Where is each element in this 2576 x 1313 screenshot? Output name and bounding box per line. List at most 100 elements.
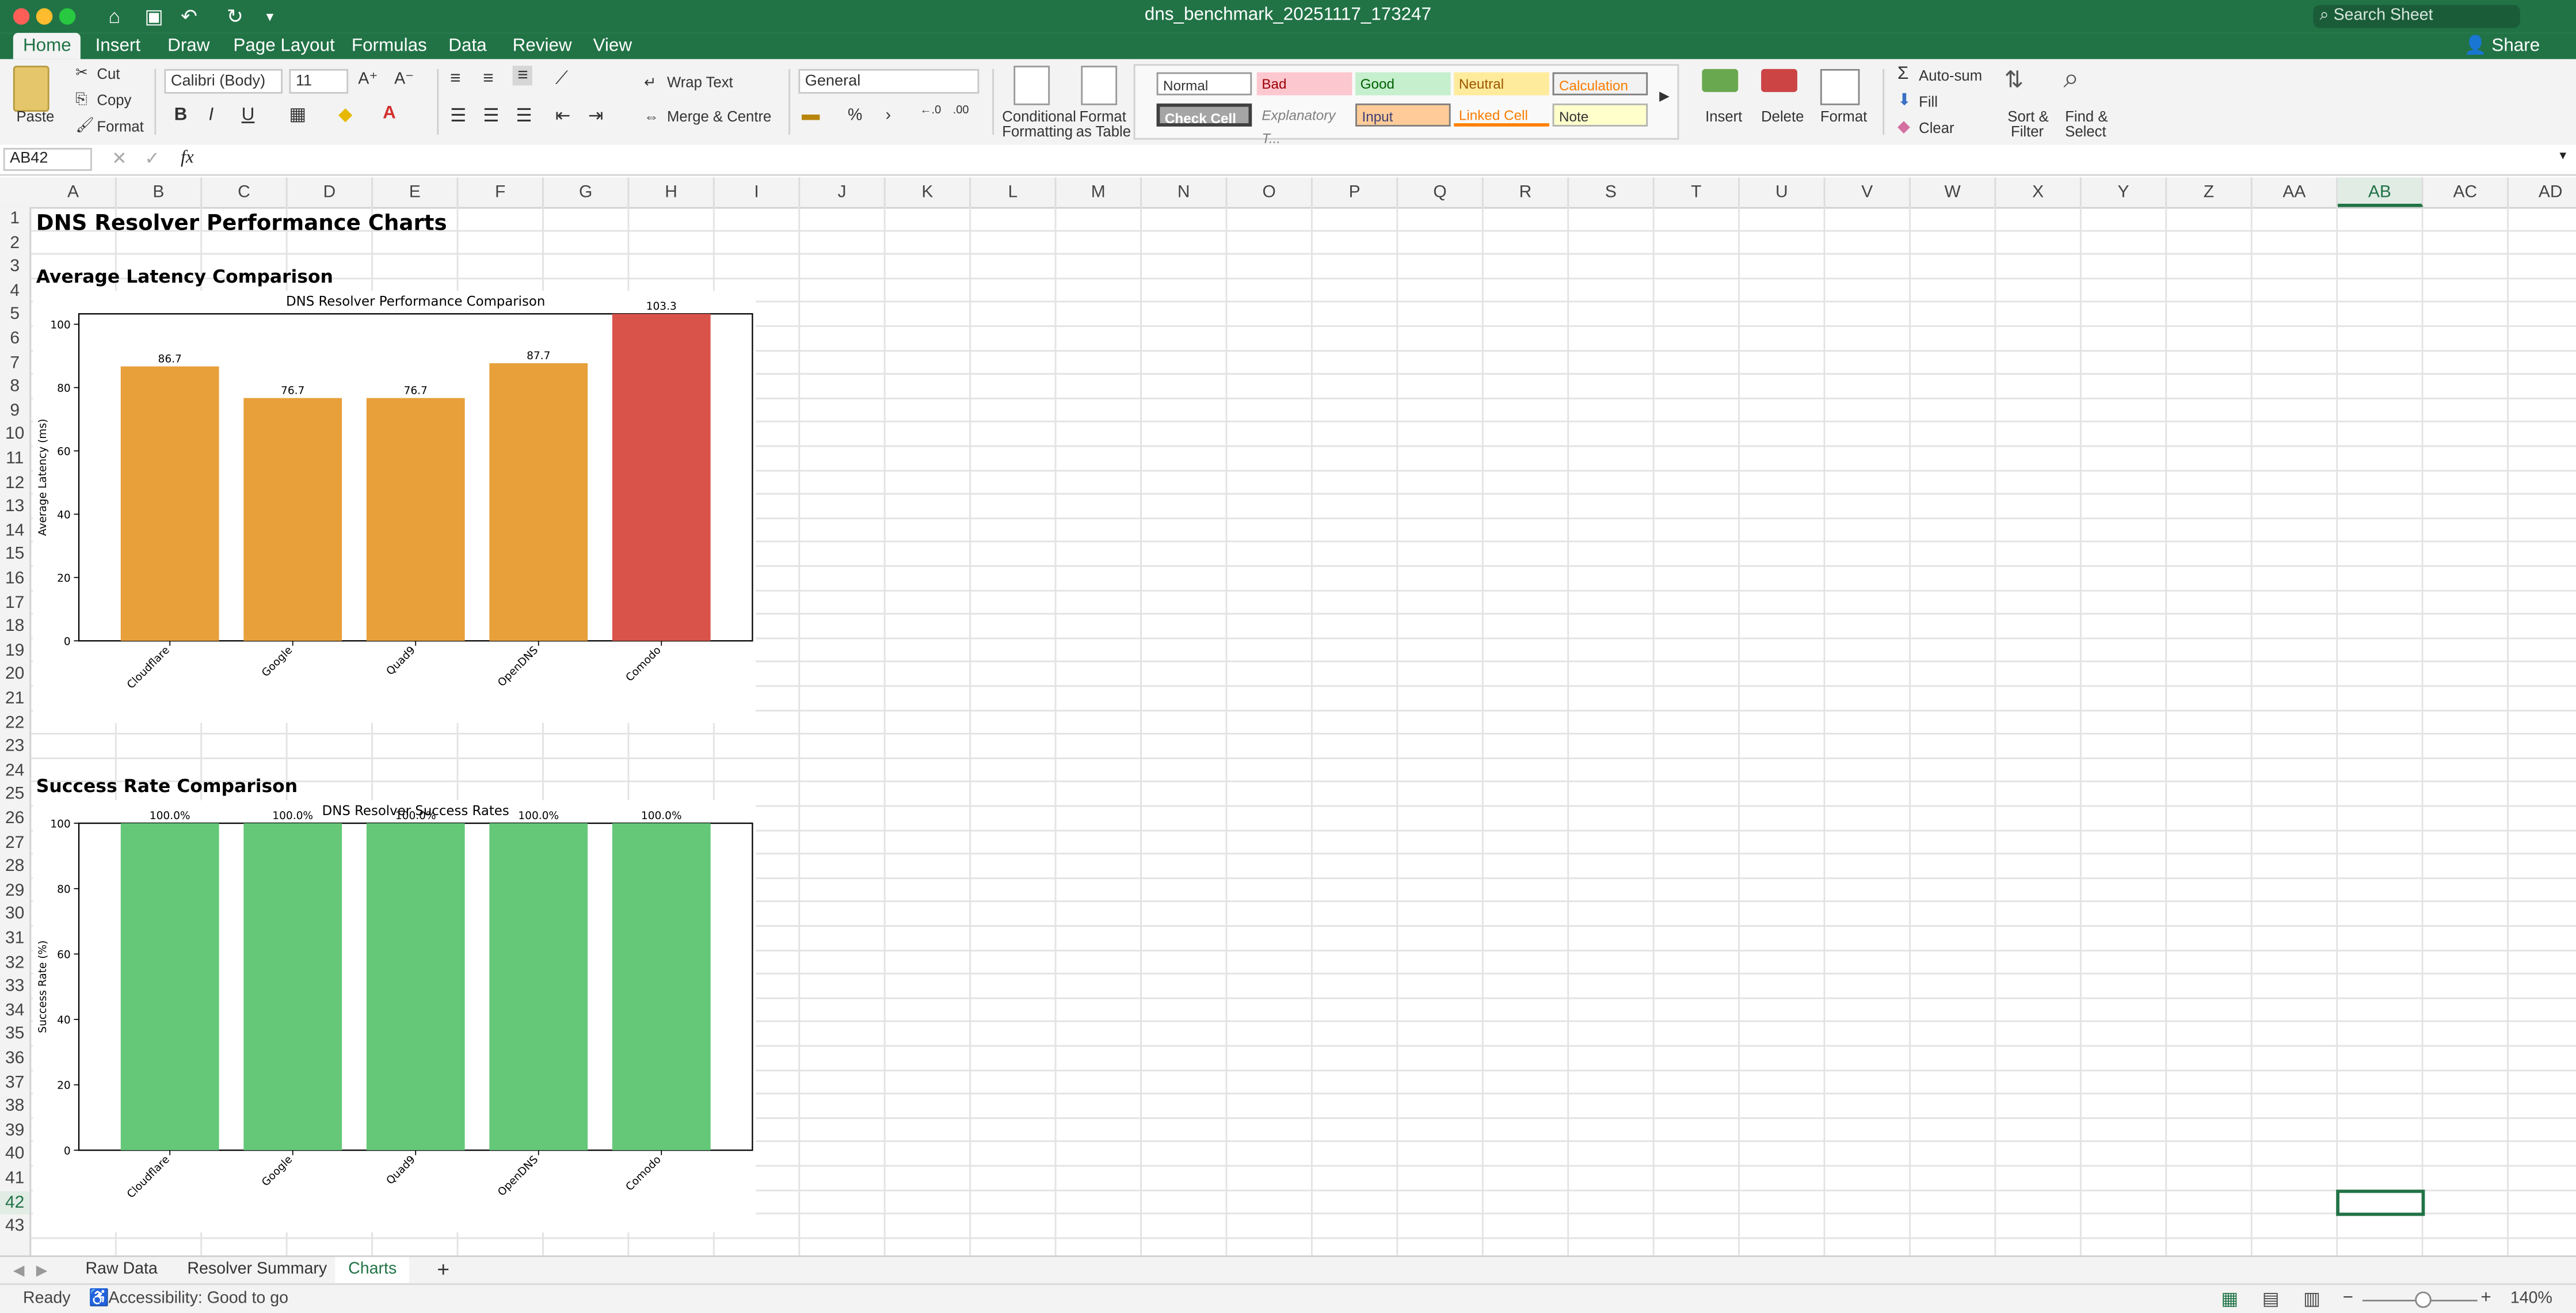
selected-cell[interactable] [2336, 1189, 2425, 1216]
row-header-24[interactable]: 24 [0, 759, 29, 783]
row-header-26[interactable]: 26 [0, 807, 29, 831]
percent-button[interactable]: % [848, 107, 862, 125]
zoom-out-icon[interactable]: − [2343, 1288, 2353, 1308]
cell-grid[interactable]: DNS Resolver Performance Charts Average … [31, 207, 2576, 1255]
latency-chart[interactable]: DNS Resolver Performance Comparison Avera… [33, 291, 756, 724]
sort-filter-label-1[interactable]: Sort & [2007, 108, 2048, 125]
style-calculation[interactable]: Calculation [1552, 72, 1648, 96]
cancel-formula-icon[interactable]: ✕ [112, 148, 127, 169]
column-header-s[interactable]: S [1569, 177, 1655, 207]
column-header-z[interactable]: Z [2167, 177, 2253, 207]
sheet-tab-resolver-summary[interactable]: Resolver Summary [174, 1257, 340, 1284]
format-as-table-label-2[interactable]: as Table [1076, 123, 1131, 140]
style-check-cell[interactable]: Check Cell [1156, 103, 1252, 127]
column-header-v[interactable]: V [1825, 177, 1911, 207]
comma-button[interactable]: › [886, 107, 891, 125]
clear-button[interactable]: Clear [1919, 120, 1954, 136]
cell-a1[interactable]: DNS Resolver Performance Charts [36, 212, 447, 237]
row-header-37[interactable]: 37 [0, 1071, 29, 1095]
column-header-o[interactable]: O [1227, 177, 1313, 207]
insert-cells-icon[interactable] [1702, 68, 1739, 92]
number-format-select[interactable]: General [798, 68, 980, 94]
row-header-9[interactable]: 9 [0, 399, 29, 423]
prev-sheet-icon[interactable]: ◀ [13, 1262, 25, 1280]
row-header-20[interactable]: 20 [0, 663, 29, 687]
underline-button[interactable]: U [242, 105, 255, 125]
row-header-32[interactable]: 32 [0, 951, 29, 975]
increase-font-icon[interactable]: A⁺ [358, 71, 378, 89]
share-button[interactable]: 👤 Share [2464, 33, 2540, 59]
sheet-tab-charts[interactable]: Charts [335, 1257, 410, 1287]
delete-button[interactable]: Delete [1761, 108, 1804, 125]
style-normal[interactable]: Normal [1156, 72, 1252, 96]
row-header-15[interactable]: 15 [0, 543, 29, 567]
style-neutral[interactable]: Neutral [1454, 72, 1549, 96]
accessibility-status[interactable]: Accessibility: Good to go [108, 1290, 288, 1308]
row-header-12[interactable]: 12 [0, 471, 29, 495]
conditional-formatting-label-2[interactable]: Formatting [1002, 123, 1073, 140]
sheet-tab-raw-data[interactable]: Raw Data [73, 1257, 171, 1284]
row-header-27[interactable]: 27 [0, 831, 29, 855]
column-header-i[interactable]: I [715, 177, 801, 207]
align-center-icon[interactable]: ☰ [483, 105, 499, 127]
row-header-28[interactable]: 28 [0, 855, 29, 879]
column-header-aa[interactable]: AA [2253, 177, 2338, 207]
row-header-19[interactable]: 19 [0, 639, 29, 663]
row-header-23[interactable]: 23 [0, 735, 29, 759]
row-header-3[interactable]: 3 [0, 255, 29, 279]
align-middle-icon[interactable]: ≡ [483, 69, 493, 89]
row-header-42[interactable]: 42 [0, 1190, 30, 1215]
row-header-36[interactable]: 36 [0, 1046, 29, 1071]
row-header-39[interactable]: 39 [0, 1118, 29, 1143]
tab-insert[interactable]: Insert [85, 33, 150, 59]
find-select-label-2[interactable]: Select [2065, 123, 2106, 140]
align-top-icon[interactable]: ≡ [450, 69, 460, 89]
align-bottom-icon[interactable]: ≡ [512, 66, 534, 86]
accessibility-icon[interactable]: ♿ [89, 1290, 109, 1308]
format-as-table-label-1[interactable]: Format [1079, 108, 1126, 125]
zoom-in-icon[interactable]: + [2480, 1288, 2491, 1308]
column-header-h[interactable]: H [629, 177, 715, 207]
increase-indent-icon[interactable]: ⇥ [588, 105, 603, 127]
autosum-button[interactable]: Auto-sum [1919, 67, 1982, 84]
row-header-38[interactable]: 38 [0, 1095, 29, 1119]
row-header-40[interactable]: 40 [0, 1143, 29, 1167]
format-cells-button[interactable]: Format [1820, 108, 1867, 125]
merge-icon[interactable]: ⇔ [644, 108, 659, 125]
column-header-g[interactable]: G [544, 177, 630, 207]
formula-input[interactable] [207, 148, 2540, 171]
column-header-b[interactable]: B [117, 177, 203, 207]
style-linked-cell[interactable]: Linked Cell [1454, 104, 1549, 127]
wrap-text-button[interactable]: Wrap Text [667, 74, 733, 90]
column-header-ac[interactable]: AC [2423, 177, 2509, 207]
wrap-text-icon[interactable]: ↵ [644, 74, 657, 92]
currency-icon[interactable]: ▬ [802, 105, 820, 125]
increase-decimal-icon[interactable]: ←.0 [920, 105, 942, 117]
column-header-t[interactable]: T [1655, 177, 1740, 207]
column-header-q[interactable]: Q [1398, 177, 1484, 207]
column-header-ab[interactable]: AB [2338, 177, 2423, 207]
fill-button[interactable]: Fill [1919, 94, 1938, 111]
row-header-5[interactable]: 5 [0, 303, 29, 327]
column-header-u[interactable]: U [1740, 177, 1826, 207]
align-right-icon[interactable]: ☰ [516, 105, 532, 127]
row-header-7[interactable]: 7 [0, 351, 29, 375]
row-header-29[interactable]: 29 [0, 879, 29, 903]
copy-button[interactable]: Copy [97, 92, 131, 109]
row-header-13[interactable]: 13 [0, 495, 29, 519]
style-bad[interactable]: Bad [1256, 72, 1352, 96]
format-as-table-icon[interactable] [1081, 66, 1118, 105]
decrease-indent-icon[interactable]: ⇤ [555, 105, 570, 127]
tab-formulas[interactable]: Formulas [342, 33, 437, 59]
zoom-slider-thumb[interactable] [2415, 1291, 2432, 1308]
copy-icon[interactable]: ⎘ [75, 90, 87, 108]
decrease-decimal-icon[interactable]: .00 [953, 105, 969, 117]
format-cells-icon[interactable] [1820, 68, 1860, 105]
fx-icon[interactable]: fx [181, 148, 194, 168]
row-header-11[interactable]: 11 [0, 447, 29, 471]
format-painter-icon[interactable]: 🖌 [75, 117, 94, 135]
autosum-icon[interactable]: Σ [1897, 64, 1908, 83]
column-header-p[interactable]: P [1313, 177, 1398, 207]
styles-more-icon[interactable]: ▶ [1659, 89, 1670, 104]
column-header-ad[interactable]: AD [2509, 177, 2576, 207]
